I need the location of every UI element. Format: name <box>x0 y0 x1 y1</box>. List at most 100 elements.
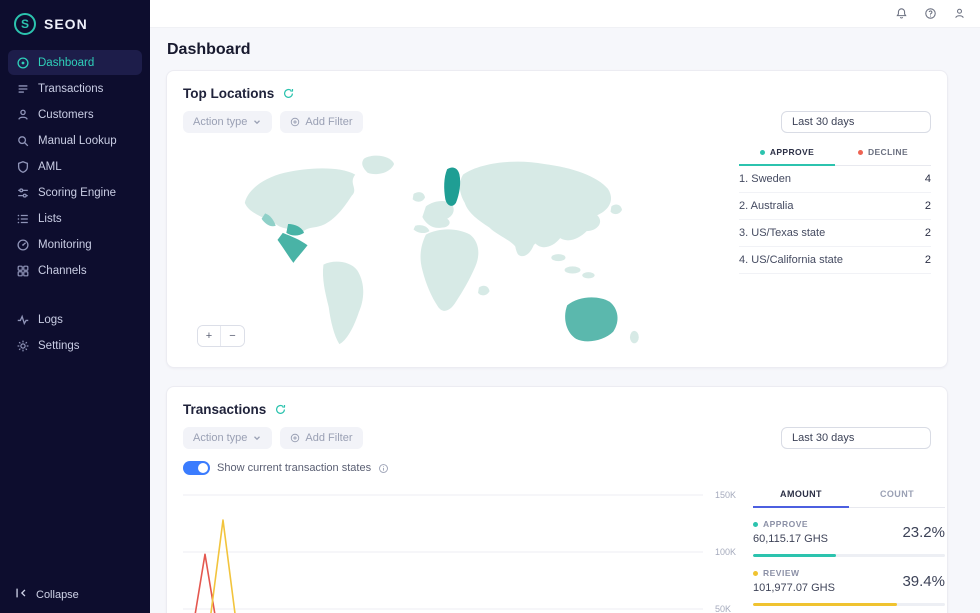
plus-circle-icon <box>290 117 300 127</box>
sidebar-divider <box>0 284 150 306</box>
tab-decline[interactable]: DECLINE <box>835 141 931 166</box>
sidebar-item-settings[interactable]: Settings <box>8 333 142 358</box>
sidebar-item-label: Dashboard <box>38 57 94 69</box>
sidebar-item-transactions[interactable]: Transactions <box>8 76 142 101</box>
transactions-tabs: AMOUNT COUNT <box>753 483 945 508</box>
location-value: 4 <box>925 173 931 185</box>
transactions-icon <box>16 82 30 96</box>
sidebar-item-label: Transactions <box>38 83 103 95</box>
sidebar-item-monitoring[interactable]: Monitoring <box>8 232 142 257</box>
account-user-icon[interactable] <box>953 7 966 20</box>
stat-review: REVIEW 101,977.07 GHS 39.4% <box>753 557 945 606</box>
stat-label: REVIEW <box>763 568 800 578</box>
location-value: 2 <box>925 227 931 239</box>
svg-text:100K: 100K <box>715 547 736 557</box>
sidebar-item-label: Customers <box>38 109 94 121</box>
sliders-icon <box>16 186 30 200</box>
tab-decline-label: DECLINE <box>868 147 908 157</box>
date-range-select[interactable]: Last 30 days <box>781 111 931 133</box>
sidebar-item-label: Manual Lookup <box>38 135 117 147</box>
sidebar-item-logs[interactable]: Logs <box>8 307 142 332</box>
sidebar-item-aml[interactable]: AML <box>8 154 142 179</box>
sidebar: S SEON Dashboard Transactions Customers … <box>0 0 150 613</box>
map-zoom-controls: + − <box>197 325 245 347</box>
stat-approve: APPROVE 60,115.17 GHS 23.2% <box>753 508 945 557</box>
sidebar-item-manual-lookup[interactable]: Manual Lookup <box>8 128 142 153</box>
sidebar-item-dashboard[interactable]: Dashboard <box>8 50 142 75</box>
stat-label: APPROVE <box>763 519 808 529</box>
map-zoom-out-button[interactable]: − <box>221 326 244 346</box>
main-content: Dashboard Top Locations Action type Add … <box>150 28 980 613</box>
action-type-label: Action type <box>193 116 247 128</box>
logs-pulse-icon <box>16 313 30 327</box>
transactions-chart-area: 150K 100K 50K <box>183 483 753 613</box>
add-filter-label: Add Filter <box>305 116 352 128</box>
svg-text:50K: 50K <box>715 604 731 613</box>
approve-dot-icon <box>753 522 758 527</box>
transactions-panel: AMOUNT COUNT APPROVE 60,115.17 GHS 23.2% <box>753 483 945 613</box>
sidebar-nav: Dashboard Transactions Customers Manual … <box>0 45 150 363</box>
help-icon[interactable] <box>924 7 937 20</box>
location-row: 1. Sweden 4 <box>739 166 931 193</box>
refresh-icon[interactable] <box>282 87 295 100</box>
toggle-label: Show current transaction states <box>217 462 371 474</box>
map-region-mexico <box>278 233 308 263</box>
aml-shield-icon <box>16 160 30 174</box>
brand: S SEON <box>0 0 150 45</box>
topbar <box>150 0 980 28</box>
world-map-svg <box>189 141 737 353</box>
location-value: 2 <box>925 200 931 212</box>
approve-dot-icon <box>760 150 765 155</box>
sidebar-item-lists[interactable]: Lists <box>8 206 142 231</box>
location-value: 2 <box>925 254 931 266</box>
action-type-dropdown[interactable]: Action type <box>183 111 272 133</box>
stat-amount: 60,115.17 GHS <box>753 533 828 545</box>
review-dot-icon <box>753 571 758 576</box>
brand-name: SEON <box>44 16 88 32</box>
page-title: Dashboard <box>167 41 980 59</box>
location-row: 2. Australia 2 <box>739 193 931 220</box>
channels-icon <box>16 264 30 278</box>
transaction-states-toggle[interactable] <box>183 461 210 475</box>
map-zoom-in-button[interactable]: + <box>198 326 221 346</box>
location-row: 4. US/California state 2 <box>739 247 931 274</box>
refresh-icon[interactable] <box>274 403 287 416</box>
plus-circle-icon <box>290 433 300 443</box>
lists-icon <box>16 212 30 226</box>
sidebar-item-label: Settings <box>38 340 80 352</box>
tab-amount[interactable]: AMOUNT <box>753 483 849 508</box>
svg-text:150K: 150K <box>715 490 736 500</box>
chevron-down-icon <box>252 117 262 127</box>
add-filter-button[interactable]: Add Filter <box>280 427 362 449</box>
tab-approve[interactable]: APPROVE <box>739 141 835 166</box>
location-name: 4. US/California state <box>739 254 843 266</box>
action-type-label: Action type <box>193 432 247 444</box>
action-type-dropdown[interactable]: Action type <box>183 427 272 449</box>
customers-icon <box>16 108 30 122</box>
location-name: 3. US/Texas state <box>739 227 825 239</box>
sidebar-item-channels[interactable]: Channels <box>8 258 142 283</box>
info-icon[interactable] <box>378 463 389 474</box>
locations-tabs: APPROVE DECLINE <box>739 141 931 166</box>
top-locations-title: Top Locations <box>183 86 274 101</box>
location-name: 2. Australia <box>739 200 793 212</box>
stat-percent: 23.2% <box>902 524 945 541</box>
tab-count[interactable]: COUNT <box>849 483 945 508</box>
sidebar-item-label: Monitoring <box>38 239 92 251</box>
gear-icon <box>16 339 30 353</box>
notifications-bell-icon[interactable] <box>895 7 908 20</box>
world-map[interactable]: + − <box>183 141 739 353</box>
collapse-label: Collapse <box>36 589 79 601</box>
stat-progress-bar <box>753 603 945 606</box>
sidebar-item-scoring-engine[interactable]: Scoring Engine <box>8 180 142 205</box>
add-filter-button[interactable]: Add Filter <box>280 111 362 133</box>
sidebar-item-label: Scoring Engine <box>38 187 116 199</box>
sidebar-item-customers[interactable]: Customers <box>8 102 142 127</box>
stat-amount: 101,977.07 GHS <box>753 582 835 594</box>
top-locations-panel: APPROVE DECLINE 1. Sweden 4 2. Australia… <box>739 141 931 353</box>
seon-logo-icon: S <box>14 13 36 35</box>
location-row: 3. US/Texas state 2 <box>739 220 931 247</box>
date-range-select[interactable]: Last 30 days <box>781 427 931 449</box>
collapse-icon <box>14 586 28 603</box>
sidebar-collapse-button[interactable]: Collapse <box>0 586 93 603</box>
